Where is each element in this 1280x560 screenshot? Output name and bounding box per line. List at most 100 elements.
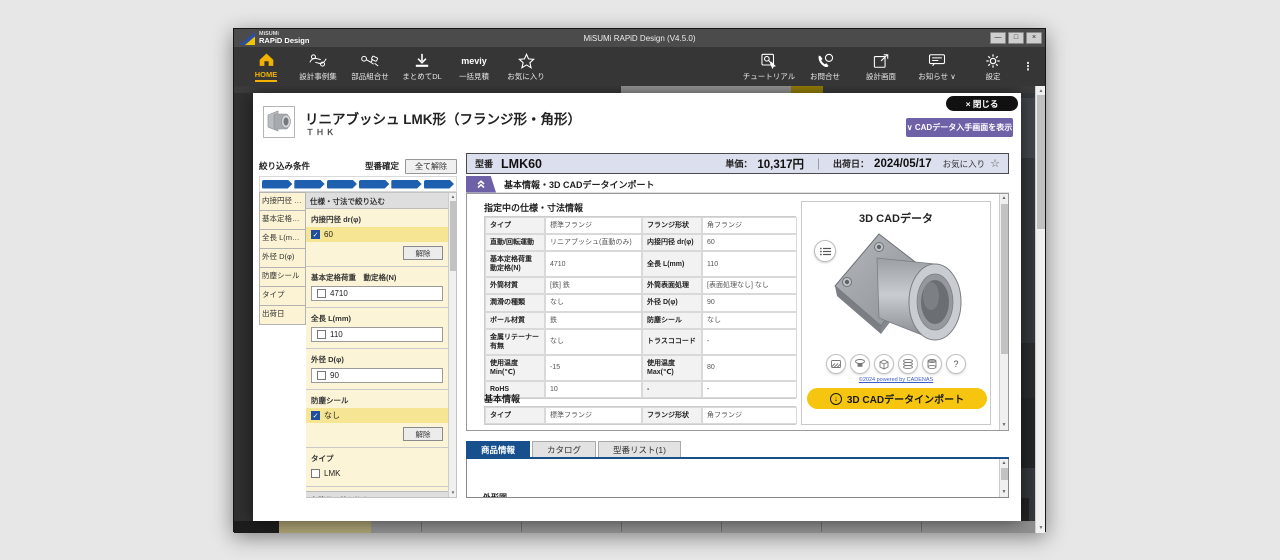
- parts-combination-icon: [360, 52, 380, 69]
- logo-text-bottom: RAPiD Design: [259, 37, 309, 45]
- filter-category-item[interactable]: 防塵シール: [259, 268, 306, 287]
- filter-option[interactable]: ✓ なし: [306, 408, 448, 423]
- filter-category-item[interactable]: 出荷日: [259, 306, 306, 325]
- clear-filter-button[interactable]: 解除: [403, 246, 443, 260]
- window-scrollbar[interactable]: ▲ ▼: [1035, 86, 1045, 533]
- filter-progress-bar: [259, 176, 457, 192]
- filter-category-item[interactable]: 基本定格…: [259, 211, 306, 230]
- spec-value-cell: [表面処理なし] なし: [702, 277, 797, 294]
- filter-option[interactable]: ✓60: [306, 227, 448, 242]
- filter-option[interactable]: 90: [311, 368, 443, 383]
- close-button[interactable]: ×: [1026, 32, 1042, 44]
- nav-item-design-screen[interactable]: 設計画面: [853, 47, 909, 86]
- double-chevron-up-icon: [475, 178, 487, 190]
- product-title: リニアブッシュ LMK形（フランジ形・角形）: [305, 108, 581, 128]
- scroll-down-arrow-icon[interactable]: ▼: [1000, 421, 1008, 430]
- spec-label-cell: タイプ: [485, 217, 545, 234]
- nav-item-settings[interactable]: 設定: [965, 47, 1021, 86]
- minimize-button[interactable]: —: [990, 32, 1006, 44]
- clear-filter-button[interactable]: 解除: [403, 427, 443, 441]
- filter-group: 基本定格荷重 動定格(N)4710: [306, 267, 448, 308]
- filter-category-item[interactable]: 外径 D(φ): [259, 249, 306, 268]
- favorite-star-icon[interactable]: ☆: [990, 157, 1000, 170]
- checkbox[interactable]: [317, 371, 326, 380]
- section-title: 基本情報・3D CADデータインポート: [504, 178, 655, 191]
- close-button[interactable]: × 閉じる: [946, 96, 1018, 111]
- spec-value-cell: 90: [702, 294, 797, 311]
- tab-catalog[interactable]: カタログ: [532, 441, 596, 457]
- filter-category-item[interactable]: 全長 L(m…: [259, 230, 306, 249]
- content-scrollbar[interactable]: ▲ ▼: [999, 194, 1008, 430]
- filter-scrollbar[interactable]: ▲ ▼: [448, 193, 456, 497]
- cad-screen-toggle-button[interactable]: ∨ CADデータ入手画面を表示: [906, 118, 1013, 137]
- nav-item-home[interactable]: HOME: [240, 47, 292, 86]
- help-icon[interactable]: ?: [946, 354, 966, 374]
- shaded-view-icon[interactable]: [826, 354, 846, 374]
- cad-import-button[interactable]: ↓ 3D CADデータインポート: [807, 388, 987, 409]
- collapse-section-button[interactable]: [466, 176, 496, 193]
- checkbox[interactable]: [317, 289, 326, 298]
- nav-item-contact[interactable]: お問合せ: [797, 47, 853, 86]
- filter-option-value: LMK: [324, 469, 340, 478]
- cad-view-toolbar: ?: [802, 354, 990, 374]
- checkbox[interactable]: [311, 469, 320, 478]
- misumi-flag-icon: [239, 32, 255, 45]
- scrollbar-thumb[interactable]: [1037, 95, 1045, 229]
- basic-info-table: タイプ標準フランジフランジ形状角フランジ: [484, 406, 796, 425]
- filter-option[interactable]: LMK: [306, 466, 448, 481]
- nav-item-notice[interactable]: お知らせ ∨: [909, 47, 965, 86]
- filter-option[interactable]: 4710: [311, 286, 443, 301]
- spec-label-cell: 使用温度Max(℃): [642, 355, 702, 381]
- section-header: 基本情報・3D CADデータインポート: [466, 176, 1009, 193]
- spec-value-cell: 鉄: [545, 312, 642, 329]
- scrollbar-thumb[interactable]: [1001, 204, 1008, 354]
- filter-group-label: タイプ: [306, 448, 448, 466]
- checkbox[interactable]: ✓: [311, 411, 320, 420]
- bottom-tabs: 商品情報カタログ型番リスト(1): [466, 441, 683, 457]
- checkbox[interactable]: ✓: [311, 230, 320, 239]
- maximize-button[interactable]: □: [1008, 32, 1024, 44]
- model-confirm-label: 型番確定: [365, 160, 405, 172]
- nav-item-favorites[interactable]: お気に入り: [500, 47, 552, 86]
- filter-option-value: なし: [324, 410, 340, 421]
- tab-model-list[interactable]: 型番リスト(1): [598, 441, 681, 457]
- scroll-down-arrow-icon[interactable]: ▼: [1000, 488, 1008, 497]
- cube-view-icon[interactable]: [874, 354, 894, 374]
- spec-value-cell: 60: [702, 234, 797, 251]
- scrollbar-thumb[interactable]: [1001, 468, 1008, 480]
- filter-category-item[interactable]: タイプ: [259, 287, 306, 306]
- cadenas-credit-link[interactable]: ©2024 powered by CADENAS: [802, 377, 990, 383]
- nav-overflow-menu[interactable]: ⋮: [1021, 47, 1035, 86]
- filter-group-label: 内接円径 dr(φ): [306, 209, 448, 227]
- page: MiSUMi RAPiD Design MiSUMi RAPiD Design …: [0, 0, 1280, 560]
- cylinder-view-icon[interactable]: [922, 354, 942, 374]
- filter-group: 防塵シール ✓ なし解除: [306, 390, 448, 448]
- spec-label-cell: 潤滑の種類: [485, 294, 545, 311]
- clear-all-button[interactable]: 全て解除: [405, 159, 457, 174]
- scroll-down-arrow-icon[interactable]: ▼: [1036, 523, 1045, 533]
- filter-panel: 仕様・寸法で絞り込む 内接円径 dr(φ)✓60解除基本定格荷重 動定格(N)4…: [306, 192, 457, 498]
- nav-item-design-examples[interactable]: 設計事例集: [292, 47, 344, 86]
- nav-item-tutorial[interactable]: チュートリアル: [741, 47, 797, 86]
- scroll-up-arrow-icon[interactable]: ▲: [1000, 459, 1008, 468]
- filter-group-label: 防塵シール: [306, 390, 448, 408]
- checkbox[interactable]: [317, 330, 326, 339]
- nav-item-bulk-quote[interactable]: meviy一括見積: [448, 47, 500, 86]
- backdrop-toolbar: [234, 86, 1045, 93]
- filter-option[interactable]: 110: [311, 327, 443, 342]
- tab-scrollbar[interactable]: ▲ ▼: [999, 459, 1008, 497]
- ship-date-filter-header: 出荷日で絞り込む: [306, 491, 448, 497]
- cad-3d-view[interactable]: [827, 230, 967, 352]
- tab-product-info[interactable]: 商品情報: [466, 441, 530, 457]
- scroll-down-arrow-icon[interactable]: ▼: [449, 489, 457, 497]
- scrollbar-thumb[interactable]: [450, 201, 456, 271]
- titlebar: MiSUMi RAPiD Design MiSUMi RAPiD Design …: [234, 29, 1045, 47]
- part-view-icon[interactable]: [850, 354, 870, 374]
- filter-group: タイプ LMK: [306, 448, 448, 487]
- nav-item-parts-combination[interactable]: 部品組合せ: [344, 47, 396, 86]
- scroll-up-arrow-icon[interactable]: ▲: [1000, 194, 1008, 203]
- stack-view-icon[interactable]: [898, 354, 918, 374]
- filter-category-item[interactable]: 内接円径 …: [259, 192, 306, 211]
- nav-item-batch-download[interactable]: まとめてDL: [396, 47, 448, 86]
- scroll-up-arrow-icon[interactable]: ▲: [449, 193, 457, 201]
